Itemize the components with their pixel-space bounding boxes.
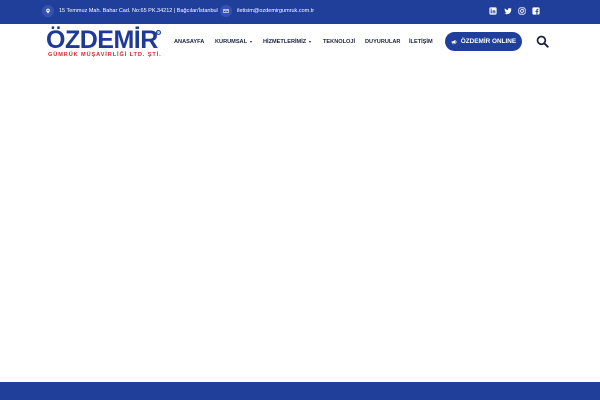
cta-label: ÖZDEMİR ONLINE: [460, 38, 517, 45]
address-info: 15 Temmuz Mah. Bahar Cad. No:65 PK.34212…: [42, 5, 218, 17]
nav-item-label: DUYURULAR: [365, 39, 401, 45]
registered-mark: R: [156, 30, 161, 35]
email-icon: [220, 5, 232, 17]
caret-down-icon: [250, 41, 253, 43]
facebook-icon[interactable]: [531, 6, 541, 16]
main-header: ÖZDEMİR R GÜMRÜK MÜŞAVİRLİĞİ LTD. ŞTİ. A…: [0, 24, 600, 64]
logo-tagline: GÜMRÜK MÜŞAVİRLİĞİ LTD. ŞTİ.: [48, 52, 162, 58]
email-link[interactable]: iletisim@ozdemirgumruk.com.tr: [237, 8, 314, 14]
footer-bar: [0, 382, 600, 400]
nav-item-kurumsal[interactable]: KURUMSAL: [215, 39, 253, 45]
address-text: 15 Temmuz Mah. Bahar Cad. No:65 PK.34212…: [59, 8, 218, 14]
main-content-area: [0, 64, 600, 382]
nav-item-duyurular[interactable]: DUYURULAR: [365, 39, 400, 45]
company-logo[interactable]: ÖZDEMİR R GÜMRÜK MÜŞAVİRLİĞİ LTD. ŞTİ.: [46, 28, 162, 62]
location-icon: [42, 5, 54, 17]
nav-item-anasayfa[interactable]: ANASAYFA: [174, 39, 204, 45]
ozdemir-online-button[interactable]: ÖZDEMİR ONLINE: [445, 32, 522, 51]
nav-item-label: TEKNOLOJİ: [323, 39, 356, 45]
top-info-bar: 15 Temmuz Mah. Bahar Cad. No:65 PK.34212…: [0, 0, 600, 24]
email-info[interactable]: iletisim@ozdemirgumruk.com.tr: [220, 5, 314, 17]
nav-item-label: ANASAYFA: [174, 39, 205, 45]
linkedin-icon[interactable]: [488, 6, 498, 16]
megaphone-icon: [451, 39, 457, 44]
logo-wordmark: ÖZDEMİR: [46, 26, 158, 54]
nav-item-hizmetlerimiz[interactable]: HİZMETLERİMİZ: [263, 39, 312, 45]
nav-item-label: KURUMSAL: [215, 39, 248, 45]
twitter-icon[interactable]: [503, 6, 513, 16]
search-icon[interactable]: [536, 35, 549, 48]
nav-item-teknoloji[interactable]: TEKNOLOJİ: [323, 39, 355, 45]
caret-down-icon: [309, 41, 312, 43]
nav-item-iletisim[interactable]: İLETİŞİM: [409, 39, 433, 45]
instagram-icon[interactable]: [517, 6, 527, 16]
nav-item-label: HİZMETLERİMİZ: [263, 39, 307, 45]
nav-item-label: İLETİŞİM: [409, 39, 433, 45]
